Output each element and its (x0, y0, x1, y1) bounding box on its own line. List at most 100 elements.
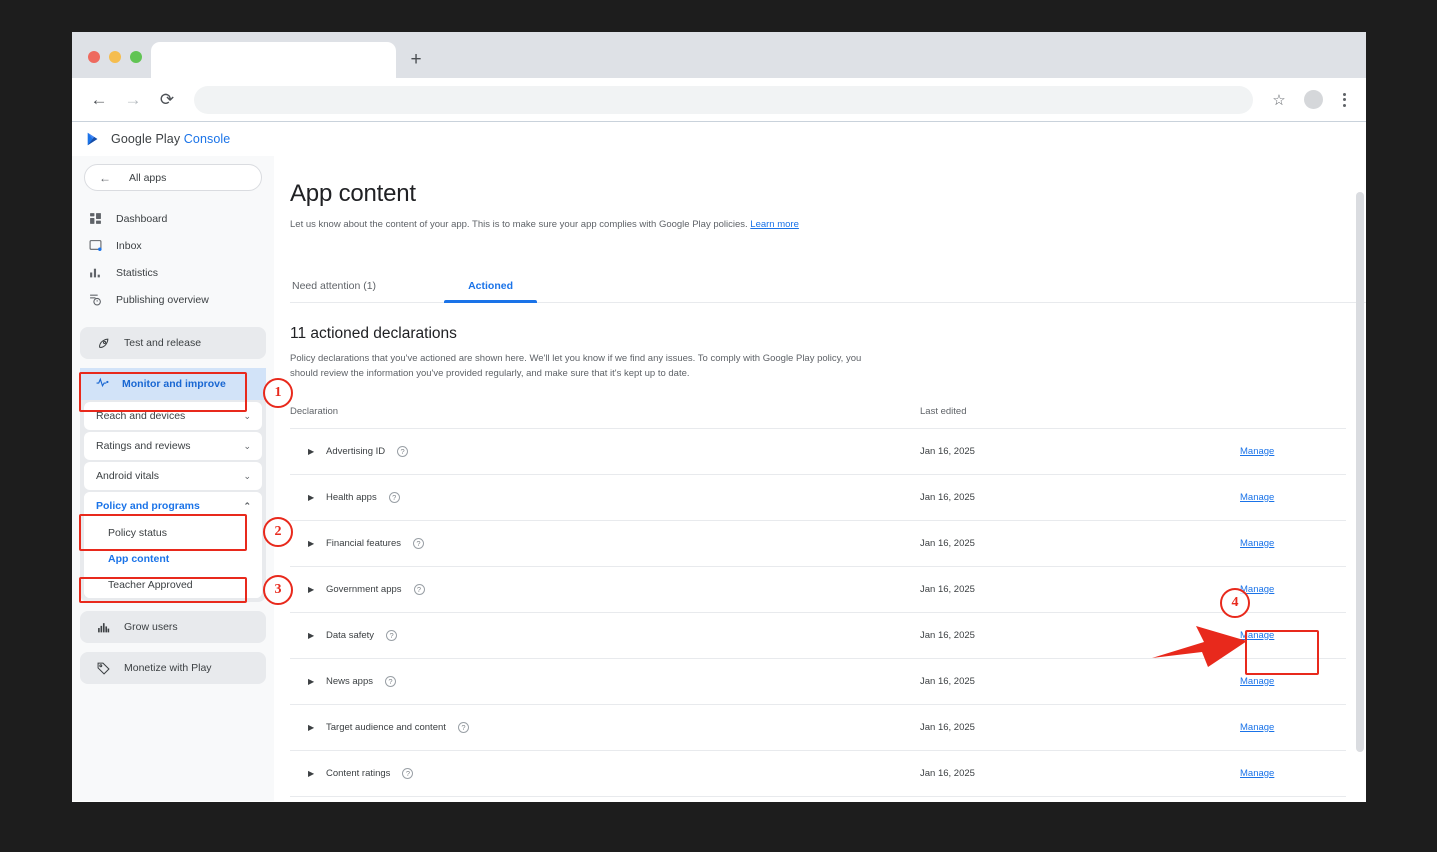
pointer-arrow-icon (1152, 626, 1247, 667)
help-circle-icon[interactable]: ? (457, 721, 469, 733)
sidebar-item-label: Monitor and improve (122, 378, 226, 390)
table-row: ▶ Target audience and content? Jan 16, 202… (290, 704, 1346, 751)
table-row: ▶ Health apps? Jan 16, 2025 Manage (290, 474, 1346, 521)
manage-link[interactable]: Manage (1240, 768, 1274, 779)
expand-caret-icon[interactable]: ▶ (308, 723, 317, 732)
toolbar-right-actions: ☆ (1265, 86, 1354, 114)
publishing-overview-icon (88, 293, 103, 306)
help-circle-icon[interactable]: ? (388, 491, 400, 503)
last-edited-cell: Jan 16, 2025 (920, 704, 1240, 751)
manage-link[interactable]: Manage (1240, 676, 1274, 687)
sidebar-item-reach-and-devices[interactable]: Reach and devices ⌄ (84, 402, 262, 430)
expand-caret-icon[interactable]: ▶ (308, 631, 317, 640)
inbox-icon (88, 239, 103, 252)
sidebar-item-policy-status[interactable]: Policy status (84, 520, 262, 546)
actions-cell: Manage (1240, 566, 1346, 613)
declaration-cell: ▶ Financial features? (290, 520, 920, 567)
close-window-button[interactable] (88, 51, 100, 63)
maximize-window-button[interactable] (130, 51, 142, 63)
help-circle-icon[interactable]: ? (412, 537, 424, 549)
tab-spacer (398, 280, 468, 302)
last-edited-cell: Jan 16, 2025 (920, 520, 1240, 567)
kebab-menu-icon[interactable] (1334, 92, 1354, 107)
back-arrow-icon: ← (99, 170, 111, 185)
statistics-icon (88, 266, 103, 279)
help-circle-icon[interactable]: ? (397, 445, 409, 457)
brand-title: Google Play Console (111, 132, 230, 146)
actions-cell: Manage (1240, 520, 1346, 567)
vertical-scrollbar[interactable] (1356, 192, 1364, 752)
sidebar-item-monitor-and-improve[interactable]: Monitor and improve (80, 368, 266, 400)
table-row: ▶ Advertising ID? Jan 16, 2025 Manage (290, 428, 1346, 475)
forward-arrow-icon[interactable]: → (118, 85, 148, 115)
manage-link[interactable]: Manage (1240, 446, 1274, 457)
sidebar-item-policy-and-programs[interactable]: Policy and programs ⌃ (84, 492, 262, 520)
help-circle-icon[interactable]: ? (386, 629, 398, 641)
new-tab-button[interactable]: + (396, 42, 436, 78)
sidebar-item-grow-users[interactable]: Grow users (80, 611, 266, 643)
expand-caret-icon[interactable]: ▶ (308, 677, 317, 686)
sidebar-item-label: Monetize with Play (124, 662, 212, 674)
sidebar-item-ratings-and-reviews[interactable]: Ratings and reviews ⌄ (84, 432, 262, 460)
declaration-label: Data safety (326, 629, 375, 641)
table-row: ▶ Content ratings? Jan 16, 2025 Manage (290, 750, 1346, 797)
all-apps-back-button[interactable]: ← All apps (84, 164, 262, 191)
sidebar-item-monetize-with-play[interactable]: Monetize with Play (80, 652, 266, 684)
manage-link[interactable]: Manage (1240, 492, 1274, 503)
help-circle-icon[interactable]: ? (402, 767, 414, 779)
brand-name: Google Play (111, 132, 184, 146)
sidebar-test-release-row: Test and release (80, 327, 266, 359)
reload-icon[interactable]: ⟳ (152, 85, 182, 115)
address-bar-input[interactable] (194, 85, 1253, 114)
chevron-down-icon: ⌄ (243, 410, 251, 421)
step-badge-1: 1 (263, 378, 293, 408)
expand-caret-icon[interactable]: ▶ (308, 447, 317, 456)
sidebar-item-label: Inbox (116, 239, 142, 252)
step-badge-3: 3 (263, 575, 293, 605)
manage-link[interactable]: Manage (1240, 722, 1274, 733)
main-content: App content Let us know about the conten… (274, 156, 1366, 801)
rocket-icon (96, 337, 111, 350)
window-controls (72, 51, 142, 78)
star-icon[interactable]: ☆ (1265, 86, 1293, 114)
sidebar-item-label: Grow users (124, 621, 178, 633)
column-header-last-edited: Last edited (920, 405, 1240, 429)
learn-more-link[interactable]: Learn more (750, 219, 799, 230)
tab-need-attention[interactable]: Need attention (1) (292, 280, 398, 302)
expand-caret-icon[interactable]: ▶ (308, 585, 317, 594)
declaration-cell: ▶ Content ratings? (290, 750, 920, 797)
expand-caret-icon[interactable]: ▶ (308, 493, 317, 502)
tag-icon (96, 662, 111, 675)
help-circle-icon[interactable]: ? (385, 675, 396, 687)
grow-users-icon (96, 621, 111, 634)
sidebar-item-android-vitals[interactable]: Android vitals ⌄ (84, 462, 262, 490)
sidebar-monetize-row: Monetize with Play (80, 652, 266, 684)
manage-link[interactable]: Manage (1240, 538, 1274, 549)
help-circle-icon[interactable]: ? (413, 583, 425, 595)
last-edited-cell: Jan 16, 2025 (920, 474, 1240, 521)
sidebar-item-dashboard[interactable]: Dashboard (72, 205, 274, 232)
actions-cell: Manage (1240, 704, 1346, 751)
tab-bar: Need attention (1) Actioned (290, 280, 1366, 304)
back-arrow-icon[interactable]: ← (84, 85, 114, 115)
tab-actioned[interactable]: Actioned (444, 280, 537, 304)
minimize-window-button[interactable] (109, 51, 121, 63)
browser-tab[interactable] (151, 42, 396, 78)
avatar[interactable] (1304, 90, 1323, 109)
sidebar-item-publishing-overview[interactable]: Publishing overview (72, 286, 274, 313)
sidebar-item-test-and-release[interactable]: Test and release (80, 327, 266, 359)
last-edited-cell: Jan 16, 2025 (920, 566, 1240, 613)
chevron-down-icon: ⌄ (243, 470, 251, 481)
sidebar-item-statistics[interactable]: Statistics (72, 259, 274, 286)
declaration-label: Health apps (326, 491, 377, 503)
screen-root: + ← → ⟳ ☆ Google Play Console ← All apps… (0, 0, 1437, 852)
sidebar-item-inbox[interactable]: Inbox (72, 232, 274, 259)
expand-caret-icon[interactable]: ▶ (308, 539, 317, 548)
actions-cell: Manage (1240, 474, 1346, 521)
table-header-row: Declaration Last edited (290, 405, 1346, 429)
sidebar-item-app-content[interactable]: App content (84, 546, 262, 572)
expand-caret-icon[interactable]: ▶ (308, 769, 317, 778)
sidebar-policy-group-card: Policy and programs ⌃ Policy status App … (84, 492, 262, 598)
page-subtitle: Let us know about the content of your ap… (290, 218, 1366, 232)
sidebar-item-teacher-approved[interactable]: Teacher Approved (84, 572, 262, 598)
